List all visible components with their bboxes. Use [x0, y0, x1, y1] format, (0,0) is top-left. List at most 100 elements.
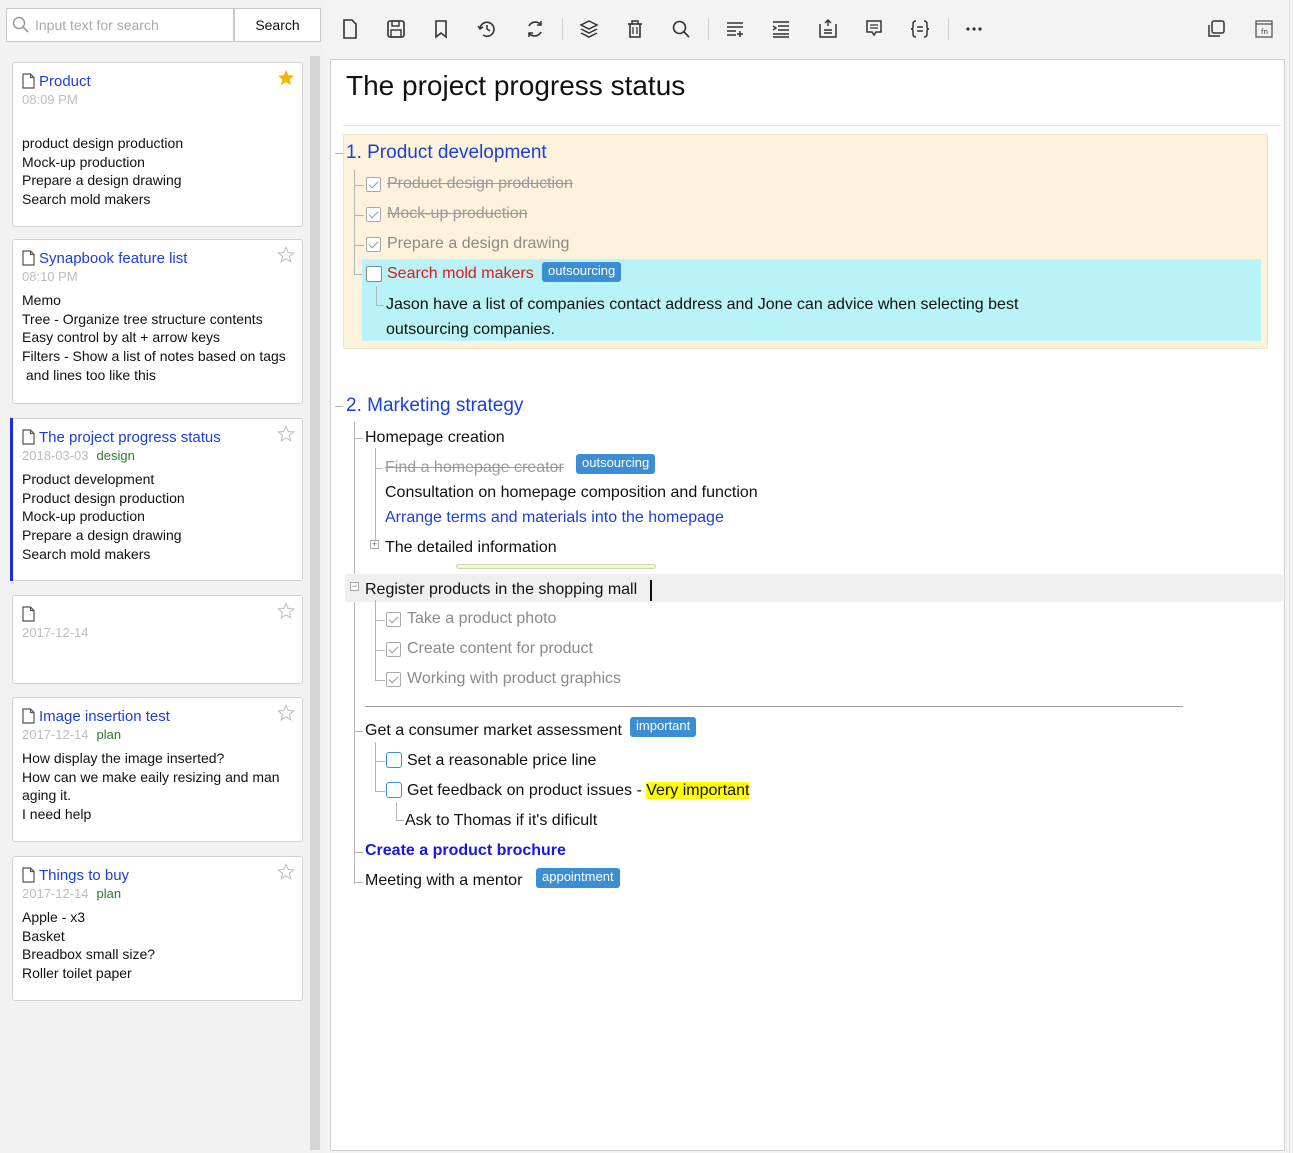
star-outline-icon[interactable]: [277, 425, 295, 443]
task-item[interactable]: Working with product graphics: [407, 670, 621, 688]
tag-badge-outsourcing[interactable]: outsourcing: [542, 262, 622, 282]
preview-line: How display the image inserted?: [22, 750, 225, 766]
note-title[interactable]: The project progress status: [39, 429, 221, 446]
task-item[interactable]: Product design production: [387, 175, 573, 193]
preview-line: Breadbox small size?: [22, 946, 156, 963]
section-heading-product-development[interactable]: 1. Product development: [346, 142, 547, 164]
add-line-icon[interactable]: [721, 14, 749, 44]
more-icon[interactable]: [960, 14, 988, 44]
task-item[interactable]: Create content for product: [407, 640, 593, 658]
list-item-market-assessment[interactable]: Get a consumer market assessment: [365, 722, 622, 740]
collapse-toggle[interactable]: −: [350, 582, 359, 591]
note-title[interactable]: Synapbook feature list: [39, 250, 187, 267]
toolbar-separator: [562, 18, 563, 40]
note-date: 2017-12-14: [22, 625, 89, 640]
task-item[interactable]: Take a product photo: [407, 610, 556, 628]
star-outline-icon[interactable]: [277, 246, 295, 264]
document-icon: [22, 867, 35, 883]
task-item-active[interactable]: Search mold makers: [387, 265, 534, 283]
sync-icon[interactable]: [521, 14, 549, 44]
new-note-icon[interactable]: [336, 14, 364, 44]
fn-icon[interactable]: fn: [1250, 14, 1278, 44]
note-card-things-to-buy[interactable]: Things to buy 2017-12-14 plan Apple - x3 …: [12, 856, 303, 1001]
task-item[interactable]: Mock-up production: [387, 205, 528, 223]
indent-icon[interactable]: [767, 14, 795, 44]
note-title[interactable]: Image insertion test: [39, 708, 170, 725]
note-tag[interactable]: design: [97, 448, 135, 463]
task-item[interactable]: Set a reasonable price line: [407, 752, 596, 770]
star-outline-icon[interactable]: [277, 704, 295, 722]
note-card-product[interactable]: Product 08:09 PM product design producti…: [12, 62, 303, 227]
star-filled-icon[interactable]: [277, 69, 295, 87]
tree-line: [376, 286, 377, 305]
title-divider: [343, 125, 1281, 126]
note-title-row: The project progress status: [21, 426, 272, 448]
search-icon: [12, 16, 29, 33]
checkbox-checked[interactable]: [386, 642, 401, 657]
comment-icon[interactable]: [860, 14, 888, 44]
star-outline-icon[interactable]: [277, 602, 295, 620]
checkbox-checked[interactable]: [386, 672, 401, 687]
save-icon[interactable]: [382, 14, 410, 44]
note-title[interactable]: Things to buy: [39, 867, 129, 884]
align-box-icon[interactable]: [814, 14, 842, 44]
checkbox-unchecked[interactable]: [366, 266, 382, 282]
note-tag[interactable]: plan: [97, 886, 122, 901]
list-item[interactable]: Ask to Thomas if it's dificult: [405, 812, 597, 830]
tree-connector: [375, 650, 385, 651]
tree-connector: [354, 185, 364, 186]
bookmark-icon[interactable]: [427, 14, 455, 44]
star-outline-icon[interactable]: [277, 863, 295, 881]
list-item-homepage-creation[interactable]: Homepage creation: [365, 429, 505, 447]
tree-connector: [375, 620, 385, 621]
search-field[interactable]: [6, 8, 234, 42]
checkbox-unchecked[interactable]: [386, 782, 402, 798]
tag-badge-important[interactable]: important: [630, 717, 697, 737]
history-icon[interactable]: [473, 14, 501, 44]
search-button[interactable]: Search: [234, 8, 321, 42]
tree-connector: [354, 852, 363, 853]
list-item-link[interactable]: Arrange terms and materials into the hom…: [385, 509, 724, 527]
tag-badge-appointment[interactable]: appointment: [536, 868, 620, 888]
page-title[interactable]: The project progress status: [346, 70, 685, 102]
task-item[interactable]: Prepare a design drawing: [387, 235, 569, 253]
section-heading-marketing-strategy[interactable]: 2. Marketing strategy: [346, 395, 523, 417]
list-item-register-products[interactable]: Register products in the shopping mall: [365, 581, 637, 599]
note-card-image-insertion[interactable]: Image insertion test 2017-12-14 plan How …: [12, 697, 303, 842]
list-item[interactable]: Consultation on homepage composition and…: [385, 484, 758, 502]
find-icon[interactable]: [667, 14, 695, 44]
task-item-feedback[interactable]: Get feedback on product issues - Very im…: [407, 782, 750, 800]
layers-icon[interactable]: [575, 14, 603, 44]
note-title-row: Synapbook feature list: [21, 247, 272, 269]
note-title-row: Things to buy: [21, 864, 272, 886]
list-item-mentor-meeting[interactable]: Meeting with a mentor: [365, 872, 522, 890]
checkbox-checked[interactable]: [366, 207, 381, 222]
editor-pane[interactable]: The project progress status 1. Product d…: [330, 59, 1285, 1151]
list-item-brochure-link[interactable]: Create a product brochure: [365, 842, 566, 860]
task-item[interactable]: Find a homepage creator: [385, 459, 564, 477]
note-text[interactable]: outsourcing companies.: [386, 321, 555, 339]
expand-toggle[interactable]: +: [370, 540, 379, 549]
collapsed-indicator-bar[interactable]: [456, 564, 656, 569]
note-card-synapbook[interactable]: Synapbook feature list 08:10 PM Memo Tre…: [12, 239, 303, 404]
search-input[interactable]: [35, 9, 231, 41]
list-item-detailed-info[interactable]: The detailed information: [385, 539, 557, 557]
note-text[interactable]: Jason have a list of companies contact a…: [386, 296, 1018, 314]
note-card-untitled[interactable]: 2017-12-14: [12, 595, 303, 684]
checkbox-checked[interactable]: [366, 177, 381, 192]
preview-line: and lines too like this: [22, 366, 156, 383]
checkbox-checked[interactable]: [386, 612, 401, 627]
note-tag[interactable]: plan: [97, 727, 122, 742]
note-title-row: [21, 603, 272, 625]
checkbox-unchecked[interactable]: [386, 752, 402, 768]
note-card-project-progress[interactable]: The project progress status 2018-03-03 de…: [10, 418, 303, 581]
note-title[interactable]: Product: [39, 73, 91, 90]
code-braces-icon[interactable]: [906, 14, 934, 44]
copy-window-icon[interactable]: [1202, 14, 1230, 44]
note-list-scrollbar[interactable]: [310, 56, 320, 1150]
document-icon: [22, 73, 35, 89]
preview-line: Basket: [22, 927, 65, 944]
tag-badge-outsourcing[interactable]: outsourcing: [576, 454, 656, 474]
delete-icon[interactable]: [621, 14, 649, 44]
checkbox-checked[interactable]: [366, 237, 381, 252]
